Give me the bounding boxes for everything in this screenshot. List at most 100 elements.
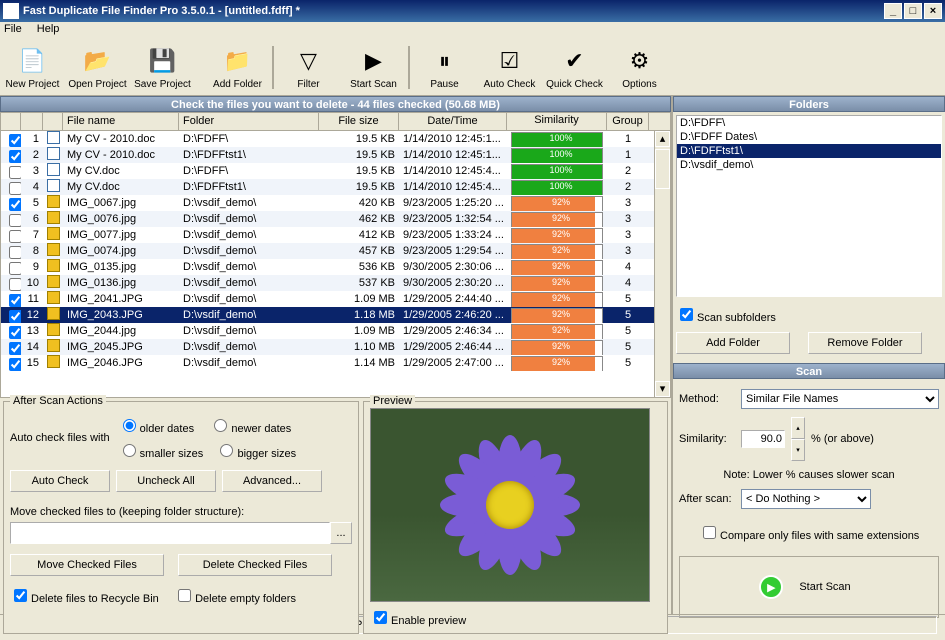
menu-help[interactable]: Help xyxy=(37,23,60,35)
col-folder[interactable]: Folder xyxy=(179,113,319,131)
scroll-thumb[interactable] xyxy=(655,149,670,189)
uncheck-all-button[interactable]: Uncheck All xyxy=(116,470,216,492)
toolbar-icon: ▶ xyxy=(358,45,390,77)
row-checkbox[interactable] xyxy=(9,262,21,275)
row-checkbox[interactable] xyxy=(9,342,21,355)
row-checkbox[interactable] xyxy=(9,310,21,323)
toolbar-filter[interactable]: ▽Filter xyxy=(276,42,341,93)
col-date[interactable]: Date/Time xyxy=(399,113,507,131)
table-row[interactable]: 12 IMG_2043.JPG D:\vsdif_demo\ 1.18 MB 1… xyxy=(1,307,654,323)
row-checkbox[interactable] xyxy=(9,150,21,163)
folder-item[interactable]: D:\vsdif_demo\ xyxy=(677,158,941,172)
row-checkbox[interactable] xyxy=(9,214,21,227)
folder-item[interactable]: D:\FDFF Dates\ xyxy=(677,130,941,144)
maximize-button[interactable]: □ xyxy=(904,3,922,19)
vertical-scrollbar[interactable]: ▴ ▾ xyxy=(654,131,670,397)
scan-header: Scan xyxy=(673,363,945,379)
row-checkbox[interactable] xyxy=(9,230,21,243)
folder-item[interactable]: D:\FDFF\ xyxy=(677,116,941,130)
toolbar-quick-check[interactable]: ✔Quick Check xyxy=(542,42,607,93)
toolbar-icon: 💾 xyxy=(147,45,179,77)
toolbar-save-project[interactable]: 💾Save Project xyxy=(130,42,195,93)
table-row[interactable]: 5 IMG_0067.jpg D:\vsdif_demo\ 420 KB 9/2… xyxy=(1,195,654,211)
similarity-bar: 92% xyxy=(511,244,603,259)
row-checkbox[interactable] xyxy=(9,358,21,371)
jpg-icon xyxy=(47,355,60,368)
row-checkbox[interactable] xyxy=(9,134,21,147)
table-row[interactable]: 6 IMG_0076.jpg D:\vsdif_demo\ 462 KB 9/2… xyxy=(1,211,654,227)
toolbar-new-project[interactable]: 📄New Project xyxy=(0,42,65,93)
chk-empty-folders[interactable]: Delete empty folders xyxy=(174,593,296,605)
table-header: Check the files you want to delete - 44 … xyxy=(0,96,671,112)
row-checkbox[interactable] xyxy=(9,294,21,307)
move-checked-button[interactable]: Move Checked Files xyxy=(10,554,164,576)
toolbar-options[interactable]: ⚙Options xyxy=(607,42,672,93)
row-checkbox[interactable] xyxy=(9,198,21,211)
scan-note: Note: Lower % causes slower scan xyxy=(679,469,939,481)
add-folder-button[interactable]: Add Folder xyxy=(676,332,790,354)
scroll-down-icon[interactable]: ▾ xyxy=(655,381,670,397)
similarity-bar: 92% xyxy=(511,292,603,307)
table-row[interactable]: 1 My CV - 2010.doc D:\FDFF\ 19.5 KB 1/14… xyxy=(1,131,654,147)
sim-down-button[interactable]: ▾ xyxy=(791,439,805,461)
row-checkbox[interactable] xyxy=(9,278,21,291)
chk-scan-subfolders[interactable]: Scan subfolders xyxy=(676,305,776,324)
minimize-button[interactable]: _ xyxy=(884,3,902,19)
row-checkbox[interactable] xyxy=(9,166,21,179)
col-name[interactable]: File name xyxy=(63,113,179,131)
table-row[interactable]: 2 My CV - 2010.doc D:\FDFFtst1\ 19.5 KB … xyxy=(1,147,654,163)
table-row[interactable]: 13 IMG_2044.jpg D:\vsdif_demo\ 1.09 MB 1… xyxy=(1,323,654,339)
after-scan-label: After scan: xyxy=(679,493,735,505)
toolbar-open-project[interactable]: 📂Open Project xyxy=(65,42,130,93)
chk-same-ext[interactable]: Compare only files with same extensions xyxy=(699,523,919,542)
toolbar-add-folder[interactable]: 📁Add Folder xyxy=(205,42,270,93)
similarity-input[interactable] xyxy=(741,430,785,448)
row-checkbox[interactable] xyxy=(9,182,21,195)
col-sim[interactable]: Similarity xyxy=(507,113,607,131)
col-size[interactable]: File size xyxy=(319,113,399,131)
radio-newer[interactable]: newer dates xyxy=(209,423,291,435)
toolbar-start-scan[interactable]: ▶Start Scan xyxy=(341,42,406,93)
advanced-button[interactable]: Advanced... xyxy=(222,470,322,492)
chk-enable-preview[interactable]: Enable preview xyxy=(370,608,466,627)
jpg-icon xyxy=(47,323,60,336)
sim-up-button[interactable]: ▴ xyxy=(791,417,805,439)
row-checkbox[interactable] xyxy=(9,246,21,259)
browse-button[interactable]: ... xyxy=(330,522,352,544)
folders-list[interactable]: D:\FDFF\D:\FDFF Dates\D:\FDFFtst1\D:\vsd… xyxy=(676,115,942,297)
remove-folder-button[interactable]: Remove Folder xyxy=(808,332,922,354)
table-row[interactable]: 9 IMG_0135.jpg D:\vsdif_demo\ 536 KB 9/3… xyxy=(1,259,654,275)
menu-file[interactable]: File xyxy=(4,23,22,35)
move-folder-input[interactable] xyxy=(10,522,330,544)
toolbar-auto-check[interactable]: ☑Auto Check xyxy=(477,42,542,93)
similarity-bar: 92% xyxy=(511,260,603,275)
jpg-icon xyxy=(47,307,60,320)
table-row[interactable]: 10 IMG_0136.jpg D:\vsdif_demo\ 537 KB 9/… xyxy=(1,275,654,291)
table-row[interactable]: 7 IMG_0077.jpg D:\vsdif_demo\ 412 KB 9/2… xyxy=(1,227,654,243)
row-checkbox[interactable] xyxy=(9,326,21,339)
table-row[interactable]: 3 My CV.doc D:\FDFF\ 19.5 KB 1/14/2010 1… xyxy=(1,163,654,179)
table-row[interactable]: 14 IMG_2045.JPG D:\vsdif_demo\ 1.10 MB 1… xyxy=(1,339,654,355)
folder-item[interactable]: D:\FDFFtst1\ xyxy=(677,144,941,158)
delete-checked-button[interactable]: Delete Checked Files xyxy=(178,554,332,576)
method-select[interactable]: Similar File Names xyxy=(741,389,939,409)
scroll-up-icon[interactable]: ▴ xyxy=(655,131,670,147)
toolbar-pause[interactable]: ⏸Pause xyxy=(412,42,477,93)
table-row[interactable]: 15 IMG_2046.JPG D:\vsdif_demo\ 1.14 MB 1… xyxy=(1,355,654,371)
toolbar: 📄New Project📂Open Project💾Save Project📁A… xyxy=(0,40,945,96)
start-scan-button[interactable]: Start Scan xyxy=(791,576,858,598)
table-row[interactable]: 8 IMG_0074.jpg D:\vsdif_demo\ 457 KB 9/2… xyxy=(1,243,654,259)
radio-older[interactable]: older dates xyxy=(118,423,194,435)
jpg-icon xyxy=(47,275,60,288)
table-row[interactable]: 4 My CV.doc D:\FDFFtst1\ 19.5 KB 1/14/20… xyxy=(1,179,654,195)
after-scan-select[interactable]: < Do Nothing > xyxy=(741,489,871,509)
auto-check-button[interactable]: Auto Check xyxy=(10,470,110,492)
preview-legend: Preview xyxy=(370,395,415,407)
toolbar-icon: ☑ xyxy=(494,45,526,77)
radio-bigger[interactable]: bigger sizes xyxy=(215,448,296,460)
radio-smaller[interactable]: smaller sizes xyxy=(118,441,204,460)
chk-recycle[interactable]: Delete files to Recycle Bin xyxy=(10,593,159,605)
col-group[interactable]: Group xyxy=(607,113,649,131)
close-button[interactable]: × xyxy=(924,3,942,19)
table-row[interactable]: 11 IMG_2041.JPG D:\vsdif_demo\ 1.09 MB 1… xyxy=(1,291,654,307)
